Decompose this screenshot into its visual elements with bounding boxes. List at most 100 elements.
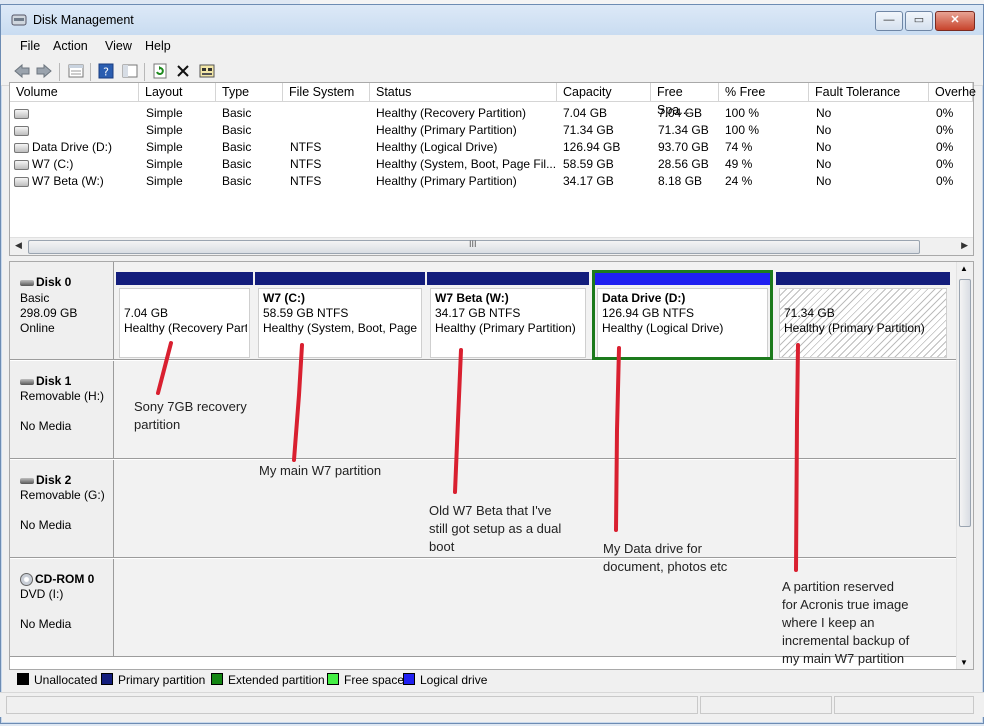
cell-fault-tolerance: No (816, 140, 832, 154)
partition-title: W7 (C:) (263, 291, 305, 305)
annotation-acronis-note: A partition reserved for Acronis true ima… (782, 579, 910, 666)
svg-text:?: ? (103, 66, 109, 79)
cell-fault-tolerance: No (816, 123, 832, 137)
properties-icon[interactable] (198, 62, 216, 80)
disk-status: No Media (20, 518, 72, 532)
maximize-button[interactable]: ▭ (905, 11, 933, 31)
partition-w7-c[interactable]: W7 (C:) 58.59 GB NTFS Healthy (System, B… (255, 272, 425, 360)
help-icon[interactable]: ? (97, 62, 115, 80)
minimize-button[interactable]: — (875, 11, 903, 31)
menu-view[interactable]: View (105, 39, 132, 53)
cell-capacity: 71.34 GB (563, 123, 614, 137)
partition-title: W7 Beta (W:) (435, 291, 509, 305)
menu-help[interactable]: Help (145, 39, 171, 53)
table-row[interactable]: Simple Basic Healthy (Primary Partition)… (10, 122, 973, 139)
disk-name: Disk 1 (36, 374, 72, 388)
cell-overhead: 0% (936, 123, 954, 137)
cell-type: Basic (222, 123, 252, 137)
cell-type: Basic (222, 140, 252, 154)
column-header-type[interactable]: Type (216, 83, 283, 101)
partition-status: Healthy (Recovery Parti (124, 321, 247, 335)
table-row[interactable]: Simple Basic Healthy (Recovery Partition… (10, 105, 973, 122)
properties-list-icon[interactable] (67, 62, 85, 80)
vertical-scrollbar[interactable]: ▲ ▼ (956, 262, 973, 669)
volume-table-header: Volume Layout Type File System Status Ca… (10, 83, 976, 117)
partition-recovery[interactable]: 7.04 GB Healthy (Recovery Parti (116, 272, 253, 360)
table-row[interactable]: Data Drive (D:) Simple Basic NTFS Health… (10, 139, 973, 156)
disk-row-0[interactable]: Disk 0 Basic 298.09 GB Online 7.04 GB He… (10, 262, 956, 360)
legend-extended: Extended partition (211, 673, 325, 687)
column-header-overhead[interactable]: Overhe (929, 83, 976, 101)
column-header-file-system[interactable]: File System (283, 83, 370, 101)
cell-percent-free: 24 % (725, 174, 753, 188)
cell-percent-free: 74 % (725, 140, 753, 154)
console-view-icon[interactable] (121, 62, 139, 80)
scrollbar-thumb[interactable]: III (28, 239, 920, 254)
annotation-recovery-note: Sony 7GB recovery partition (134, 399, 247, 432)
scroll-left-arrow-icon[interactable]: ◀ (15, 240, 22, 251)
disk-type: Removable (H:) (20, 389, 105, 403)
cell-type: Basic (222, 106, 252, 120)
legend-swatch (327, 673, 339, 685)
back-arrow-icon[interactable] (13, 62, 31, 80)
disk-name: Disk 0 (36, 275, 72, 289)
column-header-layout[interactable]: Layout (139, 83, 216, 101)
column-header-status[interactable]: Status (370, 83, 557, 101)
removable-disk-icon (20, 378, 34, 385)
table-row[interactable]: W7 Beta (W:) Simple Basic NTFS Healthy (… (10, 173, 973, 190)
cell-layout: Simple (146, 157, 183, 171)
cell-capacity: 7.04 GB (563, 106, 608, 120)
drive-icon (14, 176, 29, 187)
annotation-data-drive-note: My Data drive for document, photos etc (603, 541, 728, 574)
partition-unlabeled-primary[interactable]: 71.34 GB Healthy (Primary Partition) (776, 272, 950, 360)
partition-size: 7.04 GB (124, 306, 169, 320)
partition-status: Healthy (Primary Partition) (435, 321, 576, 335)
disk-status: No Media (20, 617, 72, 631)
legend-swatch (403, 673, 415, 685)
cell-overhead: 0% (936, 106, 954, 120)
menu-action[interactable]: Action (53, 39, 88, 53)
refresh-icon[interactable] (151, 62, 169, 80)
cell-free-space: 7.04 GB (658, 106, 703, 120)
table-row[interactable]: W7 (C:) Simple Basic NTFS Healthy (Syste… (10, 156, 973, 173)
disk-label-1[interactable]: Disk 1 Removable (H:) No Media (10, 361, 114, 458)
partition-size: 34.17 GB NTFS (435, 306, 521, 320)
disk-label-cdrom[interactable]: CD-ROM 0 DVD (I:) No Media (10, 559, 114, 656)
disk-label-2[interactable]: Disk 2 Removable (G:) No Media (10, 460, 114, 557)
legend-primary: Primary partition (101, 673, 205, 687)
close-button[interactable]: ✕ (935, 11, 975, 31)
horizontal-scrollbar[interactable]: ◀ III ▶ (10, 237, 973, 255)
scroll-right-arrow-icon[interactable]: ▶ (961, 240, 968, 251)
column-header-capacity[interactable]: Capacity (557, 83, 651, 101)
cell-free-space: 8.18 GB (658, 174, 703, 188)
partition-size: 71.34 GB (784, 306, 835, 320)
cell-file-system: NTFS (290, 140, 322, 154)
delete-icon[interactable] (174, 62, 192, 80)
disk-label-0[interactable]: Disk 0 Basic 298.09 GB Online (10, 262, 114, 359)
partition-w7-beta-w[interactable]: W7 Beta (W:) 34.17 GB NTFS Healthy (Prim… (427, 272, 589, 360)
column-header-free-space[interactable]: Free Spa... (651, 83, 719, 117)
drive-icon (14, 125, 29, 136)
disk-status: Online (20, 321, 55, 335)
menu-file[interactable]: File (20, 39, 40, 53)
disk-status: No Media (20, 419, 72, 433)
column-header-fault-tolerance[interactable]: Fault Tolerance (809, 83, 929, 101)
partition-data-drive-d[interactable]: Data Drive (D:) 126.94 GB NTFS Healthy (… (592, 270, 773, 360)
disk-name: Disk 2 (36, 473, 72, 487)
status-bar-panel (700, 696, 832, 714)
scroll-grip: III (469, 239, 477, 249)
partition-status: Healthy (Primary Partition) (784, 321, 925, 335)
disk-type: Removable (G:) (20, 488, 105, 502)
scrollbar-thumb[interactable] (959, 279, 971, 527)
cell-volume: W7 Beta (W:) (32, 174, 104, 188)
legend-swatch (211, 673, 223, 685)
disk-size: 298.09 GB (20, 306, 78, 320)
title-bar[interactable]: Disk Management — ▭ ✕ (1, 5, 983, 35)
column-header-percent-free[interactable]: % Free (719, 83, 809, 101)
toolbar-separator (144, 63, 145, 81)
cell-type: Basic (222, 157, 252, 171)
scroll-up-arrow-icon[interactable]: ▲ (960, 264, 968, 273)
forward-arrow-icon[interactable] (35, 62, 53, 80)
scroll-down-arrow-icon[interactable]: ▼ (960, 658, 968, 667)
column-header-volume[interactable]: Volume (10, 83, 139, 101)
